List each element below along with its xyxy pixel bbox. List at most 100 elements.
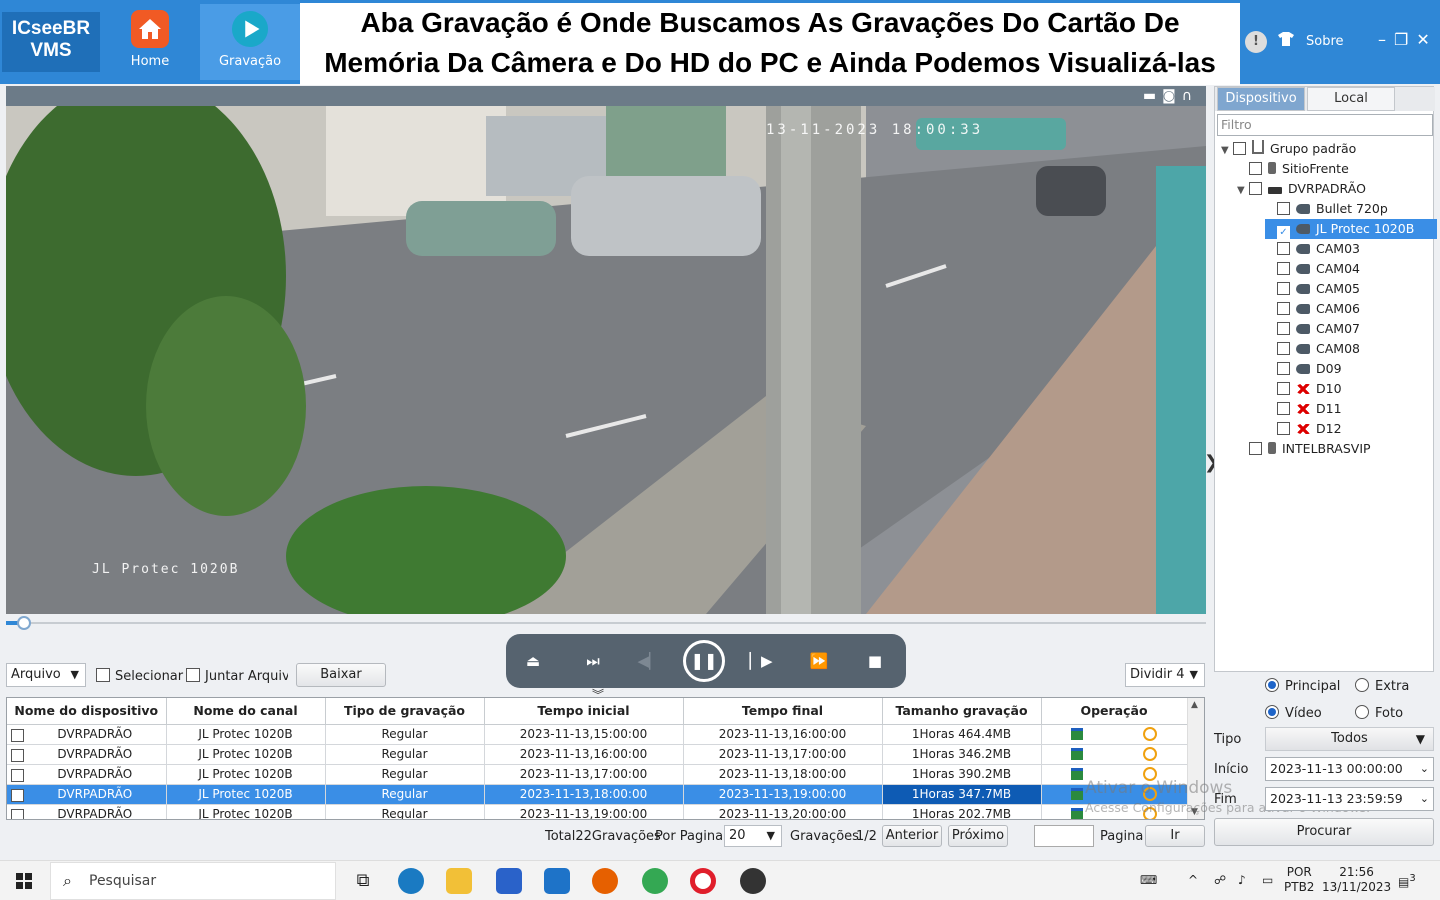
download-button[interactable]: Baixar <box>296 663 386 687</box>
tree-checkbox[interactable] <box>1277 202 1290 215</box>
tray-chevron-up-icon[interactable]: ^ <box>1188 873 1198 888</box>
end-datetime-picker[interactable]: 2023-11-13 23:59:59 ⌄ <box>1265 787 1434 811</box>
download-icon[interactable] <box>1071 747 1083 760</box>
next-page-button[interactable]: Próximo <box>948 825 1008 847</box>
tree-node[interactable]: INTELBRASVIP <box>1237 439 1371 459</box>
tree-node[interactable]: CAM08 <box>1265 339 1360 359</box>
download-icon[interactable] <box>1071 787 1083 800</box>
split-view-select[interactable]: Dividir 4 ▼ <box>1125 663 1205 687</box>
tree-checkbox[interactable] <box>1277 402 1290 415</box>
notifications-icon[interactable]: ▤3 <box>1398 871 1416 890</box>
fast-forward-icon[interactable]: ⏩ <box>806 648 832 674</box>
stop-icon[interactable]: ■ <box>862 648 888 674</box>
eject-icon[interactable]: ⏏ <box>520 648 546 674</box>
store-icon[interactable] <box>496 868 522 894</box>
vms-app-icon[interactable] <box>740 868 766 894</box>
scroll-up-icon[interactable]: ▲ <box>1191 700 1198 710</box>
column-header[interactable]: Tamanho gravação <box>882 698 1042 725</box>
playback-progress-slider[interactable] <box>6 616 1206 630</box>
clock[interactable]: 21:56 13/11/2023 <box>1322 865 1391 895</box>
tree-node[interactable]: ✓ JL Protec 1020B <box>1265 219 1437 239</box>
merge-files-checkbox[interactable]: Juntar Arquivo <box>186 668 288 685</box>
tree-checkbox[interactable] <box>1277 382 1290 395</box>
expand-chevron-icon[interactable]: ▼ <box>1237 181 1249 201</box>
volume-icon[interactable]: ♪ <box>1238 873 1246 888</box>
clock-icon[interactable] <box>1143 786 1157 801</box>
page-number-input[interactable] <box>1034 825 1094 847</box>
column-header[interactable]: Operação <box>1041 698 1188 725</box>
close-icon[interactable]: ✕ <box>1416 30 1437 49</box>
media-photo-radio[interactable]: Foto <box>1355 705 1403 721</box>
step-back-icon[interactable]: ◀▏ <box>636 648 662 674</box>
restore-icon[interactable]: ❐ <box>1394 30 1416 49</box>
tree-checkbox[interactable] <box>1277 422 1290 435</box>
tree-node[interactable]: ▼ Grupo padrão <box>1221 139 1356 159</box>
table-row[interactable]: DVRPADRÃO JL Protec 1020B Regular 2023-11-1… <box>7 724 1188 745</box>
clock-icon[interactable] <box>1143 806 1157 819</box>
pause-button[interactable]: ❚❚ <box>683 640 725 682</box>
video-player[interactable]: ▬◙∩ 13-11-2023 18:00:33 JL Protec 1020B <box>6 86 1206 614</box>
tree-node[interactable]: CAM04 <box>1265 259 1360 279</box>
tree-node[interactable]: D10 <box>1265 379 1342 399</box>
tree-checkbox[interactable] <box>1277 342 1290 355</box>
battery-icon[interactable]: ▭ <box>1262 873 1273 888</box>
tree-checkbox[interactable] <box>1233 142 1246 155</box>
device-filter-input[interactable]: Filtro <box>1217 114 1433 136</box>
download-icon[interactable] <box>1071 727 1083 740</box>
tree-node[interactable]: SitioFrente <box>1237 159 1349 179</box>
tab-device[interactable]: Dispositivo <box>1217 87 1305 111</box>
stream-main-radio[interactable]: Principal <box>1265 678 1340 694</box>
fast-backward-icon[interactable]: ⏭ <box>580 648 606 674</box>
table-row[interactable]: DVRPADRÃO JL Protec 1020B Regular 2023-11-1… <box>7 744 1188 765</box>
skin-icon[interactable] <box>1278 31 1294 50</box>
keyboard-icon[interactable]: ⌨ <box>1140 873 1157 888</box>
tree-checkbox[interactable]: ✓ <box>1277 226 1290 239</box>
clock-icon[interactable] <box>1143 766 1157 781</box>
tree-checkbox[interactable] <box>1277 302 1290 315</box>
tree-checkbox[interactable] <box>1277 362 1290 375</box>
column-header[interactable]: Tempo final <box>683 698 883 725</box>
tree-checkbox[interactable] <box>1249 442 1262 455</box>
record-icon[interactable]: ▬ <box>1143 88 1162 104</box>
media-video-radio[interactable]: Vídeo <box>1265 705 1322 721</box>
file-explorer-icon[interactable] <box>446 868 472 894</box>
tree-checkbox[interactable] <box>1277 282 1290 295</box>
clock-icon[interactable] <box>1143 726 1157 741</box>
per-page-select[interactable]: 20 ▼ <box>724 825 782 847</box>
headphones-icon[interactable]: ∩ <box>1182 88 1198 104</box>
download-icon[interactable] <box>1071 807 1083 819</box>
scroll-down-icon[interactable]: ▼ <box>1191 807 1198 817</box>
edge-icon[interactable] <box>398 868 424 894</box>
column-header[interactable]: Tempo inicial <box>484 698 684 725</box>
tree-checkbox[interactable] <box>1277 262 1290 275</box>
nav-recording-button[interactable]: Gravação <box>200 4 300 80</box>
table-row[interactable]: DVRPADRÃO JL Protec 1020B Regular 2023-11-1… <box>7 784 1188 805</box>
snapshot-icon[interactable]: ◙ <box>1162 88 1182 104</box>
tree-checkbox[interactable] <box>1277 242 1290 255</box>
row-checkbox[interactable] <box>11 788 24 802</box>
nav-home-button[interactable]: Home <box>100 4 200 80</box>
tree-node[interactable]: Bullet 720p <box>1265 199 1388 219</box>
stream-extra-radio[interactable]: Extra <box>1355 678 1409 694</box>
tab-local[interactable]: Local <box>1307 87 1395 111</box>
network-icon[interactable]: ☍ <box>1214 873 1226 888</box>
column-header[interactable]: Nome do dispositivo <box>7 698 167 725</box>
firefox-icon[interactable] <box>592 868 618 894</box>
info-icon[interactable]: ! <box>1245 31 1267 53</box>
go-page-button[interactable]: Ir <box>1145 825 1205 847</box>
tree-node[interactable]: D09 <box>1265 359 1342 379</box>
tree-node[interactable]: D11 <box>1265 399 1342 419</box>
step-forward-icon[interactable]: ▏▶ <box>748 648 774 674</box>
tree-node[interactable]: ▼ DVRPADRÃO <box>1237 179 1366 199</box>
mail-icon[interactable] <box>544 868 570 894</box>
progress-handle[interactable] <box>17 616 31 630</box>
column-header[interactable]: Nome do canal <box>166 698 326 725</box>
tree-node[interactable]: CAM03 <box>1265 239 1360 259</box>
taskbar-search-box[interactable]: ⌕ Pesquisar <box>50 862 336 900</box>
tree-node[interactable]: CAM06 <box>1265 299 1360 319</box>
minimize-icon[interactable]: – <box>1378 30 1394 49</box>
table-scrollbar[interactable]: ▲ ▼ <box>1187 698 1204 819</box>
table-row[interactable]: DVRPADRÃO JL Protec 1020B Regular 2023-11-1… <box>7 804 1188 819</box>
type-select[interactable]: Todos ▼ <box>1265 727 1434 751</box>
row-checkbox[interactable] <box>11 768 24 782</box>
